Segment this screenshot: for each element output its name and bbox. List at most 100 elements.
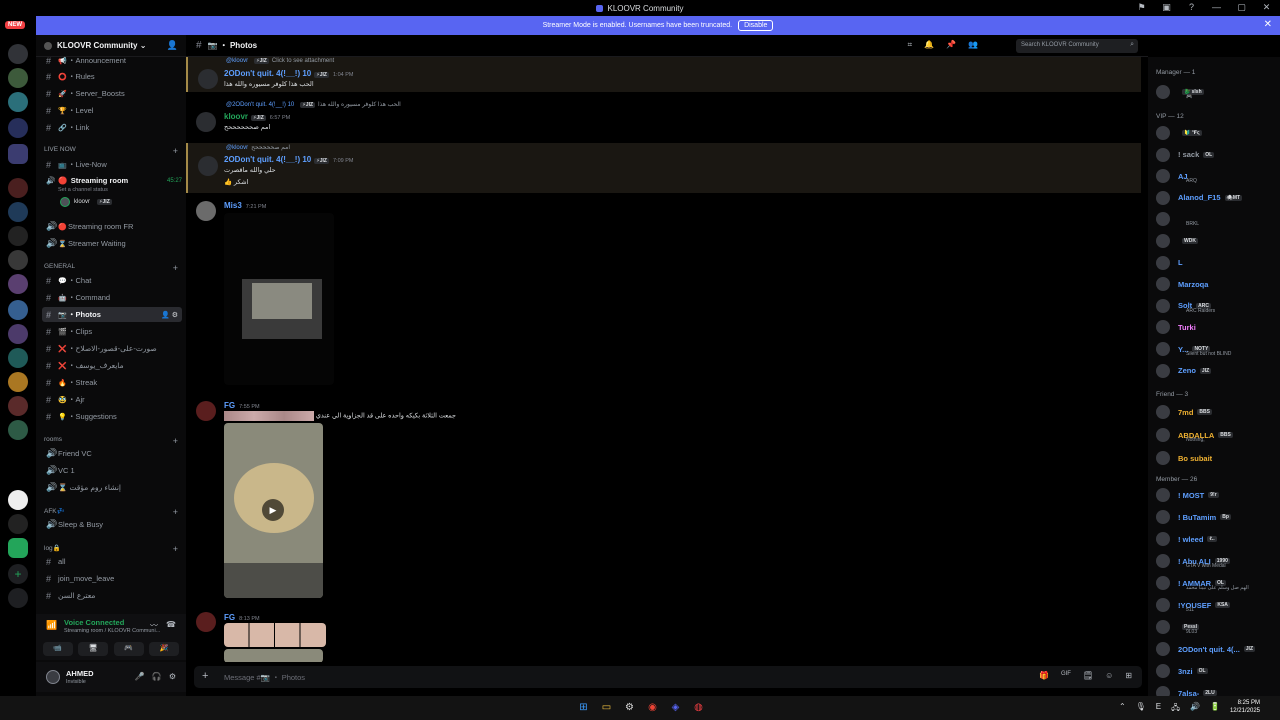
server-icon[interactable]	[8, 538, 28, 558]
server-icon[interactable]	[8, 144, 28, 164]
member-item[interactable]: Solt ARC ARC Raiders	[1156, 296, 1276, 316]
member-item[interactable]: ! MOST 9!r	[1156, 485, 1276, 505]
member-list-icon[interactable]: 👥	[968, 40, 978, 50]
member-item[interactable]: Turki	[1156, 317, 1276, 337]
member-item[interactable]: ! AMMAR OL الهم صل وسلم على نبينا محمد	[1156, 573, 1276, 593]
language-indicator[interactable]: E	[1156, 702, 1161, 716]
channel-clips[interactable]: # 🎬 ・ Clips	[42, 324, 182, 339]
voice-channel-streamer-waiting[interactable]: 🔊 ⌛ Streamer Waiting	[42, 236, 182, 251]
message-author[interactable]: 2ODon't quit. 4(!__!) 10 ⚡JIZ 7:09 PM	[224, 155, 353, 164]
channel-suggestions[interactable]: # 💡 ・ Suggestions	[42, 409, 182, 424]
message-author[interactable]: kloovr ⚡JIZ 6:57 PM	[224, 112, 290, 121]
reply-preview[interactable]: @2ODon't quit. 4(!__!) 10 ⚡JIZ الحب هذا كل…	[226, 101, 401, 108]
invite-people-icon[interactable]: 👤	[167, 40, 178, 51]
server-icon[interactable]	[8, 348, 28, 368]
soundboard-button[interactable]: 🎉	[149, 642, 180, 656]
category-log[interactable]: log🔒 +	[44, 544, 178, 554]
server-icon[interactable]	[8, 396, 28, 416]
channel-server-boosts[interactable]: # 🚀 ・ Server_Boosts	[42, 86, 182, 101]
file-explorer-icon[interactable]: ▭	[599, 700, 614, 715]
inbox-icon[interactable]: ⚑	[1136, 2, 1147, 13]
channel-chat[interactable]: # 💬 ・ Chat	[42, 273, 182, 288]
member-item[interactable]: ABDALLA BBS Nothing,	[1156, 425, 1276, 445]
app-icon[interactable]: ◍	[691, 700, 706, 715]
member-item[interactable]: Alanod_F15 🕷MT	[1156, 188, 1276, 208]
channel-photos[interactable]: # 📷 ・ Photos 👤 ⚙	[42, 307, 182, 322]
activities-button[interactable]: 🎮	[113, 642, 144, 656]
server-icon[interactable]	[8, 118, 28, 138]
server-icon[interactable]	[8, 372, 28, 392]
help-icon[interactable]: ?	[1186, 2, 1197, 13]
member-item[interactable]: Bo subait	[1156, 448, 1276, 468]
discover-icon[interactable]	[8, 588, 28, 608]
avatar[interactable]	[196, 201, 216, 221]
play-icon[interactable]: ▶	[262, 499, 284, 521]
member-item[interactable]: AJ ARQ	[1156, 166, 1276, 186]
category-live-now[interactable]: LIVE NOW +	[44, 146, 178, 156]
steam-icon[interactable]: ⚙	[622, 700, 637, 715]
reply-preview[interactable]: @kloovr امم صحححححح	[226, 144, 290, 152]
voice-channel-sleep-busy[interactable]: 🔊 Sleep & Busy	[42, 517, 182, 532]
banner-close-icon[interactable]: ✕	[1264, 19, 1272, 30]
member-item[interactable]: Zeno JIZ	[1156, 361, 1276, 381]
channel-join-move-leave[interactable]: # join_move_leave	[42, 571, 182, 586]
member-item[interactable]: ! BuTamim Bp	[1156, 507, 1276, 527]
gift-icon[interactable]: 🎁	[1039, 671, 1049, 680]
server-icon[interactable]	[8, 92, 28, 112]
server-icon[interactable]	[8, 274, 28, 294]
avatar[interactable]	[196, 112, 216, 132]
notification-bell-icon[interactable]: 🔔	[924, 40, 934, 50]
member-item[interactable]: Y... NOTY Silent but not BLIND	[1156, 339, 1276, 359]
channel-streak[interactable]: # 🔥 ・ Streak	[42, 375, 182, 390]
disable-streamer-mode-button[interactable]: Disable	[738, 20, 774, 31]
avatar[interactable]	[198, 69, 218, 89]
image-attachment[interactable]	[224, 213, 334, 385]
signal-icon[interactable]: 📶	[46, 620, 57, 631]
gif-icon[interactable]: GIF	[1061, 671, 1071, 680]
channel-live-now[interactable]: # 📺 ・ Live-Now	[42, 157, 182, 172]
avatar[interactable]	[198, 156, 218, 176]
member-item[interactable]: ! Abu ALI 1990 GTA V with Medal	[1156, 551, 1276, 571]
voice-user[interactable]: kloovr ⚡JIZ	[42, 197, 182, 207]
reply-preview[interactable]: @kloovr ⚡JIZ Click to see attachment	[226, 58, 334, 64]
user-name[interactable]: AHMED	[66, 669, 94, 678]
message-author[interactable]: FG 8:13 PM	[224, 613, 260, 622]
voice-channel-create-temp[interactable]: 🔊 ⌛ إنشاء روم مؤقت	[42, 480, 182, 495]
member-item[interactable]: 2ODon't quit. 4(... JIZ	[1156, 639, 1276, 659]
minimize-button[interactable]: —	[1211, 2, 1222, 13]
category-afk[interactable]: AFK💤 +	[44, 507, 178, 517]
add-server-icon[interactable]: +	[8, 564, 28, 584]
member-item[interactable]: 7md BBS	[1156, 402, 1276, 422]
server-icon[interactable]	[8, 250, 28, 270]
server-icon[interactable]	[8, 490, 28, 510]
search-input[interactable]: Search KLOOVR Community ⌕	[1016, 39, 1138, 53]
server-icon[interactable]	[8, 68, 28, 88]
channel-arabic-log[interactable]: # معترع السن	[42, 588, 182, 603]
voice-channel-vc1[interactable]: 🔊 VC 1	[42, 463, 182, 478]
member-item[interactable]: 7alsa- 2LU	[1156, 683, 1276, 696]
sticker-icon[interactable]: 🗒	[1083, 671, 1093, 680]
screen-icon[interactable]: ▣	[1161, 2, 1172, 13]
channel-arabic-2[interactable]: # ❌ ・ مايعرف_يوسف	[42, 358, 182, 373]
camera-button[interactable]: 📹	[42, 642, 73, 656]
microphone-icon[interactable]: 🎤	[135, 672, 145, 681]
channel-ajr[interactable]: # 🥸 ・ Ajr	[42, 392, 182, 407]
channel-all[interactable]: # all	[42, 554, 182, 569]
server-icon[interactable]	[8, 44, 28, 64]
message-author[interactable]: FG 7:55 PM	[224, 401, 260, 410]
tray-overflow-icon[interactable]: ⌃	[1119, 702, 1126, 716]
server-icon[interactable]	[8, 226, 28, 246]
message-input[interactable]: Message #📷 ・ Photos	[224, 672, 305, 683]
voice-connected-channel[interactable]: Streaming room / KLOOVR Communi...	[64, 628, 160, 634]
avatar[interactable]	[46, 670, 60, 684]
member-item[interactable]: WDK	[1156, 231, 1276, 251]
windows-start-icon[interactable]: ⊞	[576, 700, 591, 715]
message-composer[interactable]: + Message #📷 ・ Photos 🎁 GIF 🗒 ☺ ⊞	[194, 666, 1142, 688]
gear-icon[interactable]: ⚙	[169, 672, 176, 681]
chrome-icon[interactable]: ◉	[645, 700, 660, 715]
channel-arabic-1[interactable]: # ❌ ・ صورت-على-قصور-الاصلاح	[42, 341, 182, 356]
system-clock[interactable]: 8:25 PM 12/21/2025	[1230, 699, 1260, 715]
channel-command[interactable]: # 🤖 ・ Command	[42, 290, 182, 305]
noise-suppression-icon[interactable]: 〰	[150, 620, 158, 631]
message-author[interactable]: 2ODon't quit. 4(!__!) 10 ⚡JIZ 1:04 PM	[224, 69, 353, 78]
